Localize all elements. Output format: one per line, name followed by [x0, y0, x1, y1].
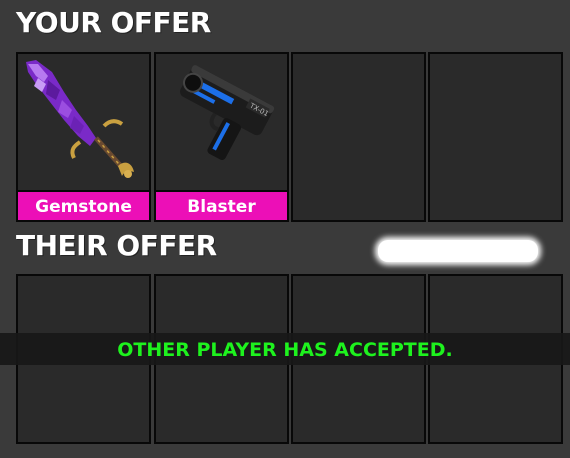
item-label: Blaster	[156, 190, 287, 220]
redacted-player-name	[378, 240, 538, 262]
blaster-gun-icon: TX-01	[180, 65, 275, 160]
your-offer-slot-empty[interactable]	[428, 52, 563, 222]
item-label: Gemstone	[18, 190, 149, 220]
your-offer-heading: YOUR OFFER	[16, 6, 211, 39]
their-offer-heading: THEIR OFFER	[16, 229, 217, 262]
your-offer-slots: Gemstone TX-01 Blaster	[16, 52, 567, 222]
your-offer-slot-empty[interactable]	[291, 52, 426, 222]
purple-gem-sword-icon	[26, 60, 134, 178]
your-offer-slot-blaster[interactable]: TX-01 Blaster	[154, 52, 289, 222]
your-offer-slot-gemstone[interactable]: Gemstone	[16, 52, 151, 222]
trade-status-banner: OTHER PLAYER HAS ACCEPTED.	[0, 333, 570, 365]
